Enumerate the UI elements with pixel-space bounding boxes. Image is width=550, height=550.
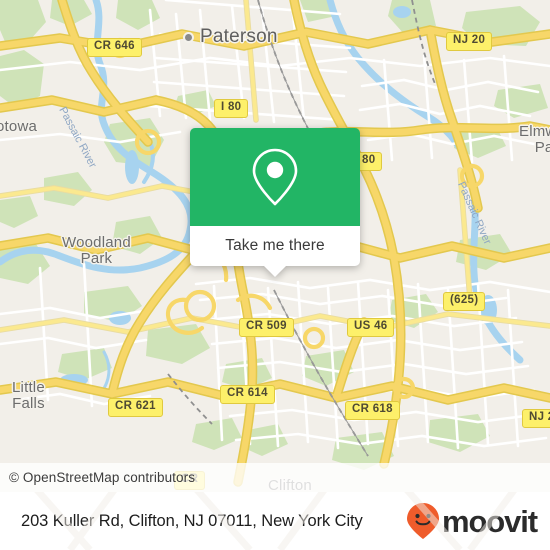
road-shield-cr-618[interactable]: CR 618: [345, 401, 400, 420]
moovit-map-screenshot: Paterson otowa Woodland Park Little Fall…: [0, 0, 550, 550]
road-shield-cr-509[interactable]: CR 509: [239, 318, 294, 337]
moovit-pin-icon: [406, 503, 439, 539]
moovit-brand-logo[interactable]: moovit: [406, 502, 538, 540]
road-shield-cr-646[interactable]: CR 646: [87, 38, 142, 57]
destination-popup-card[interactable]: Take me there: [190, 128, 360, 277]
moovit-wordmark: moovit: [441, 503, 538, 539]
osm-attribution-text[interactable]: © OpenStreetMap contributors: [0, 470, 195, 485]
map-attribution-bar: © OpenStreetMap contributors: [0, 463, 550, 492]
road-shield-cr-621[interactable]: CR 621: [108, 398, 163, 417]
place-label-little-falls: Little Falls: [12, 379, 45, 412]
road-shield-nj-20[interactable]: NJ 20: [446, 32, 493, 51]
road-shield-cr-614[interactable]: CR 614: [220, 385, 275, 404]
map-pin-icon: [252, 148, 298, 206]
take-me-there-button[interactable]: Take me there: [225, 237, 325, 255]
place-label-paterson: Paterson: [200, 26, 278, 47]
road-shield-i-80[interactable]: I 80: [214, 99, 249, 118]
popup-header: [190, 128, 360, 226]
city-dot-paterson: [185, 34, 192, 41]
road-shield-nj-21[interactable]: NJ 21: [522, 409, 550, 428]
address-label: 203 Kuller Rd, Clifton, NJ 07011, New Yo…: [21, 511, 363, 530]
place-label-totowa: otowa: [0, 118, 38, 135]
map-canvas[interactable]: Paterson otowa Woodland Park Little Fall…: [0, 0, 550, 492]
popup-footer[interactable]: Take me there: [190, 226, 360, 277]
road-shield-cr-625[interactable]: (625): [443, 292, 486, 311]
popup-tail-arrow: [264, 266, 286, 277]
footer-bar: 203 Kuller Rd, Clifton, NJ 07011, New Yo…: [0, 492, 550, 550]
place-label-elmwood-park: Elmwood Park: [519, 123, 550, 156]
place-label-woodland-park: Woodland Park: [62, 234, 131, 267]
road-shield-us-46[interactable]: US 46: [347, 318, 395, 337]
